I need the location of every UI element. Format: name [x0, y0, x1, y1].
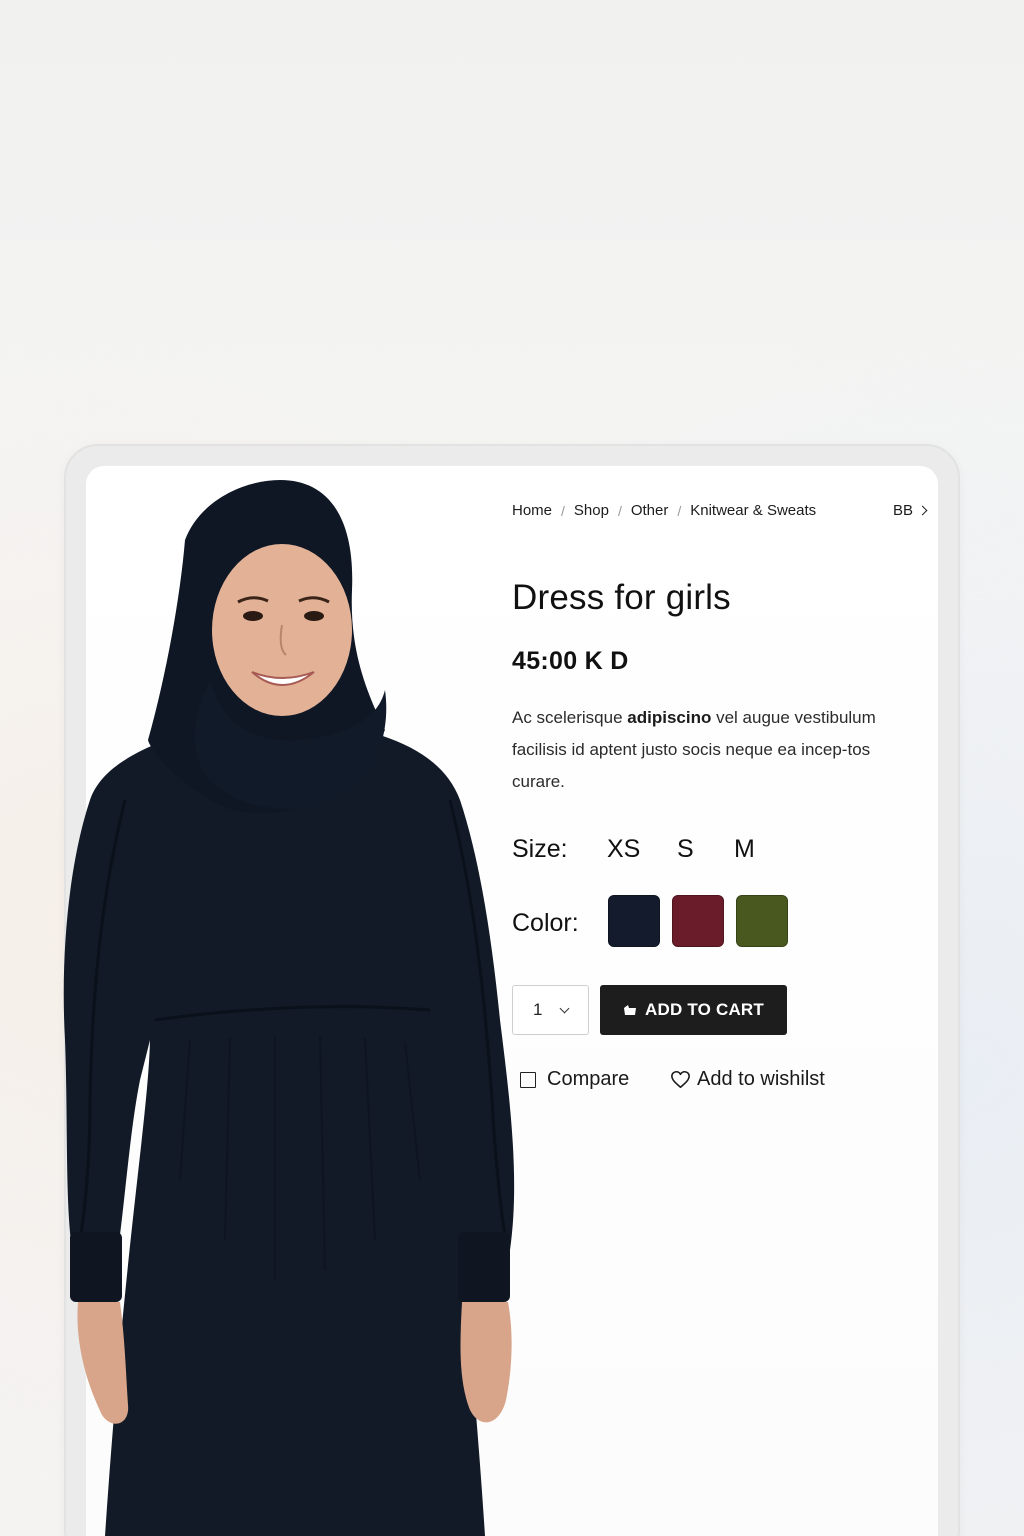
color-swatch-burgundy[interactable] [672, 895, 724, 947]
size-selector: Size: XS S M [512, 835, 755, 864]
add-to-cart-button[interactable]: ADD TO CART [600, 985, 787, 1035]
size-option-m[interactable]: M [734, 835, 755, 864]
color-swatch-olive[interactable] [736, 895, 788, 947]
quantity-select[interactable]: 1 [512, 985, 589, 1035]
compare-toggle[interactable]: Compare [520, 1068, 629, 1091]
heart-icon [671, 1070, 690, 1089]
description-text: Ac scelerisque [512, 708, 628, 727]
breadcrumb-home[interactable]: Home [512, 502, 552, 519]
breadcrumb-knitwear[interactable]: Knitwear & Sweats [690, 502, 816, 519]
product-price: 45:00 K D [512, 647, 629, 675]
breadcrumb-more-label: BB [892, 502, 913, 519]
breadcrumb-other[interactable]: Other [631, 502, 669, 519]
breadcrumb-separator: / [561, 502, 565, 519]
description-emphasis: adipiscino [627, 708, 712, 727]
chevron-down-icon [559, 1003, 570, 1014]
size-option-s[interactable]: S [677, 835, 694, 864]
product-description: Ac scelerisque adipiscino vel augue vest… [512, 702, 912, 798]
color-selector: Color: [512, 895, 912, 951]
add-to-cart-label: ADD TO CART [645, 1000, 764, 1019]
breadcrumb-shop[interactable]: Shop [574, 502, 609, 519]
breadcrumb-separator: / [677, 502, 682, 519]
quantity-value: 1 [533, 1000, 543, 1019]
breadcrumb: Home / Shop / Other / Knitwear & Sweats … [512, 502, 932, 519]
color-swatch-navy[interactable] [608, 895, 660, 947]
breadcrumb-more[interactable]: BB [892, 502, 928, 519]
chevron-right-icon [917, 505, 928, 516]
wishlist-label: Add to wishilst [697, 1068, 825, 1090]
breadcrumb-separator: / [617, 502, 622, 519]
add-to-wishlist-link[interactable]: Add to wishilst [670, 1068, 825, 1091]
color-label: Color: [512, 909, 579, 937]
cart-icon [623, 1004, 637, 1016]
compare-label: Compare [547, 1068, 630, 1090]
secondary-actions: Compare Add to wishilst [520, 1068, 920, 1098]
size-option-xs[interactable]: XS [607, 835, 640, 864]
checkbox-icon [520, 1071, 536, 1088]
product-image [30, 480, 530, 1536]
product-title: Dress for girls [512, 578, 731, 617]
size-label: Size: [512, 835, 568, 863]
